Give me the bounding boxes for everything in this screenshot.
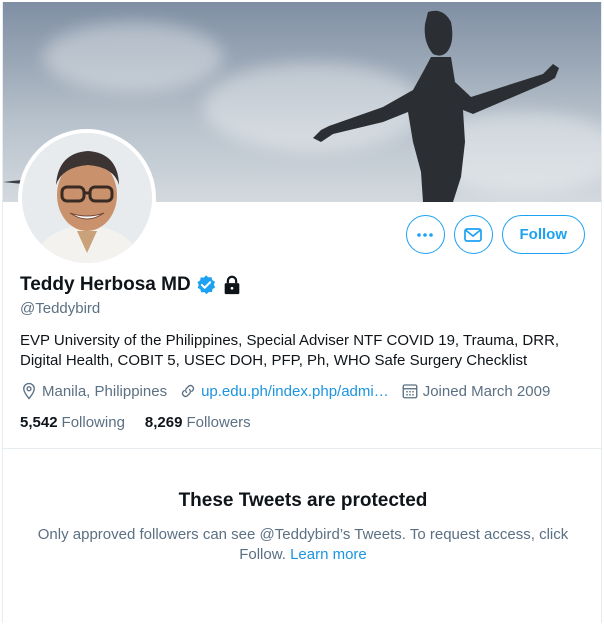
- followers-stat[interactable]: 8,269 Followers: [145, 414, 251, 431]
- following-stat[interactable]: 5,542 Following: [20, 414, 125, 431]
- following-label: Following: [61, 414, 125, 431]
- profile-page: Follow Teddy Herbosa MD @Teddybird EVP U…: [2, 2, 602, 623]
- protected-title: These Tweets are protected: [178, 490, 428, 511]
- more-icon: [417, 232, 433, 237]
- website-link[interactable]: up.edu.ph/index.php/admi…: [201, 383, 389, 400]
- more-button[interactable]: [405, 215, 445, 254]
- followers-count: 8,269: [144, 414, 183, 431]
- profile-name-row: Teddy Herbosa MD: [20, 274, 243, 296]
- followers-label: Followers: [186, 414, 251, 431]
- joined-date: Joined March 2009: [422, 382, 551, 400]
- follow-button[interactable]: Follow: [501, 215, 585, 254]
- following-count: 5,542: [20, 414, 58, 431]
- joined-item: Joined March 2009: [401, 382, 551, 400]
- profile-meta: Manila, Philippines up.edu.ph/index.php/…: [20, 382, 562, 400]
- envelope-icon: [464, 227, 482, 242]
- section-divider: [3, 448, 601, 449]
- calendar-icon: [402, 384, 418, 399]
- verified-badge-icon: [197, 275, 215, 295]
- message-button[interactable]: [453, 215, 493, 254]
- profile-actions: Follow: [405, 215, 585, 254]
- location-text: Manila, Philippines: [42, 382, 168, 400]
- display-name: Teddy Herbosa MD: [20, 274, 191, 295]
- profile-bio: EVP University of the Philippines, Speci…: [20, 332, 560, 369]
- profile-avatar[interactable]: [18, 129, 156, 267]
- location-item: Manila, Philippines: [20, 382, 167, 400]
- location-pin-icon: [23, 382, 35, 400]
- protected-tweets-notice: These Tweets are protected Only approved…: [3, 490, 601, 565]
- lock-icon: [224, 275, 240, 295]
- protected-body: Only approved followers can see @Teddybi…: [3, 525, 601, 565]
- follow-stats: 5,542 Following 8,269 Followers: [20, 414, 271, 431]
- link-icon: [181, 384, 195, 398]
- website-item: up.edu.ph/index.php/admi…: [179, 382, 389, 400]
- profile-handle: @Teddybird: [20, 300, 101, 317]
- learn-more-link[interactable]: Learn more: [290, 546, 367, 563]
